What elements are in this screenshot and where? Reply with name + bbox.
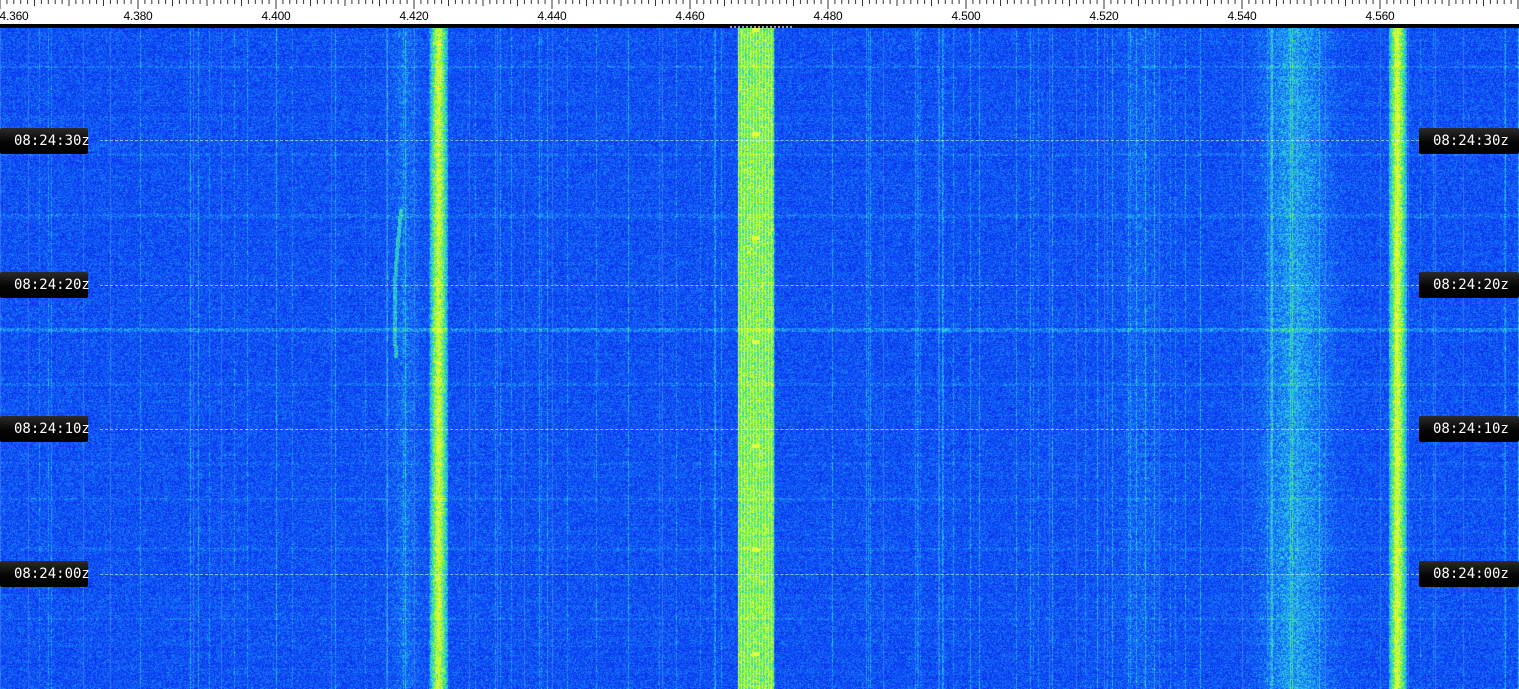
time-marker-row bbox=[0, 429, 1519, 430]
time-marker-row bbox=[0, 140, 1519, 141]
time-marker-row bbox=[0, 285, 1519, 286]
waterfall-display[interactable]: 08:24:30z 08:24:30z 08:24:20z 08:24:20z … bbox=[0, 28, 1519, 689]
frequency-tick-label: 4.460 bbox=[675, 9, 705, 23]
time-label-right: 08:24:20z bbox=[1419, 272, 1519, 298]
time-label-right: 08:24:30z bbox=[1419, 128, 1519, 154]
time-label-left: 08:24:00z bbox=[0, 561, 90, 587]
frequency-tick-label: 4.560 bbox=[1365, 9, 1395, 23]
frequency-tick-label: 4.440 bbox=[537, 9, 567, 23]
frequency-tick-label: 4.480 bbox=[813, 9, 843, 23]
time-marker-line bbox=[100, 429, 1419, 430]
frequency-tick-label: 4.400 bbox=[261, 9, 291, 23]
sdr-waterfall-app: 4.360 4.380 4.400 4.420 4.440 4.460 4.480 4.500… bbox=[0, 0, 1519, 689]
frequency-scale[interactable]: 4.360 4.380 4.400 4.420 4.440 4.460 4.480 4.500… bbox=[0, 0, 1519, 26]
frequency-scale-ticks bbox=[0, 0, 1519, 9]
time-marker-line bbox=[100, 140, 1419, 141]
waterfall-canvas[interactable] bbox=[0, 28, 1519, 689]
frequency-tick-label: 4.500 bbox=[951, 9, 981, 23]
frequency-tick-label: 4.420 bbox=[399, 9, 429, 23]
frequency-tick-label: 4.520 bbox=[1089, 9, 1119, 23]
time-label-right: 08:24:10z bbox=[1419, 416, 1519, 442]
time-marker-row bbox=[0, 574, 1519, 575]
frequency-tick-label: 4.540 bbox=[1227, 9, 1257, 23]
time-label-left: 08:24:10z bbox=[0, 416, 90, 442]
time-label-right: 08:24:00z bbox=[1419, 561, 1519, 587]
frequency-tick-label: 4.360 bbox=[0, 9, 29, 23]
frequency-tick-label: 4.380 bbox=[123, 9, 153, 23]
time-marker-line bbox=[100, 285, 1419, 286]
time-label-left: 08:24:20z bbox=[0, 272, 90, 298]
time-marker-line bbox=[100, 574, 1419, 575]
time-label-left: 08:24:30z bbox=[0, 128, 90, 154]
